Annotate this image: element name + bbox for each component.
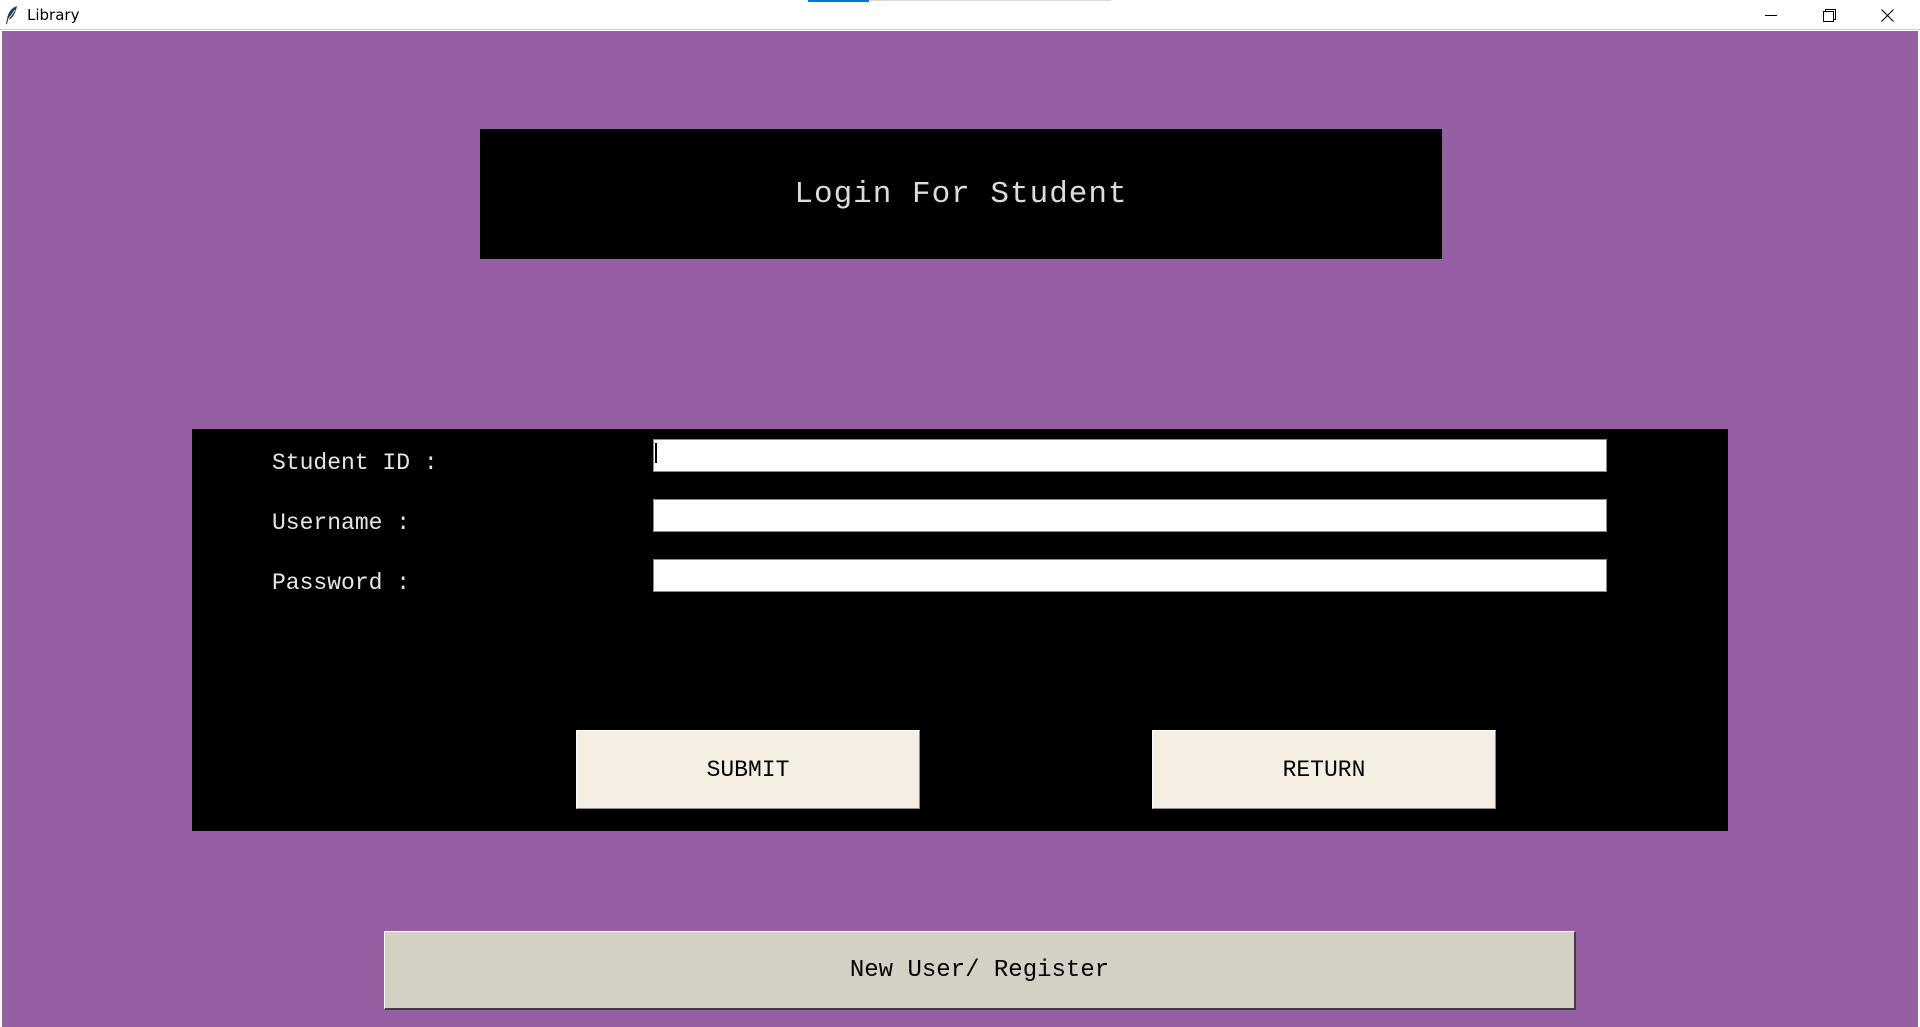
student-id-label: Student ID :	[272, 450, 438, 476]
title-accent-bar	[808, 0, 869, 2]
register-button[interactable]: New User/ Register	[384, 931, 1576, 1010]
main-window-content: Login For Student Student ID : Username …	[2, 31, 1918, 1027]
minimize-icon	[1765, 9, 1777, 21]
login-form: Student ID : Username : Password : SUBMI…	[192, 429, 1728, 831]
username-input[interactable]	[653, 499, 1607, 532]
feather-icon	[5, 5, 19, 25]
submit-button[interactable]: SUBMIT	[576, 730, 920, 809]
password-label: Password :	[272, 570, 411, 596]
restore-icon	[1822, 8, 1836, 22]
student-id-input[interactable]	[653, 439, 1607, 472]
maximize-button[interactable]	[1800, 0, 1858, 30]
page-title: Login For Student	[794, 176, 1128, 212]
minimize-button[interactable]	[1742, 0, 1800, 30]
text-caret	[655, 443, 657, 463]
close-button[interactable]	[1858, 0, 1916, 30]
return-button[interactable]: RETURN	[1152, 730, 1496, 809]
window-title: Library	[27, 6, 80, 24]
username-label: Username :	[272, 510, 411, 536]
password-input[interactable]	[653, 559, 1607, 592]
close-icon	[1880, 8, 1894, 22]
title-accent-line	[869, 0, 1111, 1]
heading-panel: Login For Student	[480, 129, 1442, 259]
title-bar: Library	[0, 0, 1920, 30]
